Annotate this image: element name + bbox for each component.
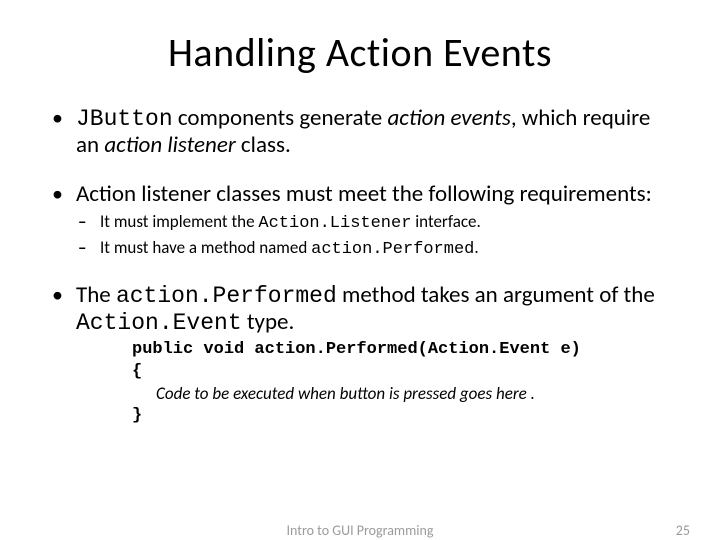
bullet-1: JButton components generate action event…: [48, 105, 672, 159]
text: It must implement the: [100, 211, 258, 232]
text: It must have a method named: [100, 237, 311, 258]
code-actionperformed: action.Performed: [116, 283, 337, 309]
text: interface.: [411, 211, 480, 232]
code-actionevent: Action.Event: [76, 310, 242, 336]
slide: Handling Action Events JButton component…: [0, 0, 720, 540]
bullet-list: JButton components generate action event…: [48, 105, 672, 427]
code-jbutton: JButton: [76, 106, 173, 132]
code-actionlistener: Action.Listener: [258, 214, 411, 233]
code-comment: Code to be executed when button is press…: [156, 383, 672, 405]
text: The: [76, 281, 116, 309]
sub-1: It must implement the Action.Listener in…: [76, 211, 672, 234]
em-action-listener: action listener: [104, 131, 235, 159]
code-actionperformed: action.Performed: [311, 240, 474, 259]
em-action-events: action events: [387, 104, 510, 132]
sub-list: It must implement the Action.Listener in…: [76, 211, 672, 260]
bullet-2: Action listener classes must meet the fo…: [48, 181, 672, 260]
code-signature: public void action.Performed(Action.Even…: [132, 339, 672, 361]
text: components generate: [173, 104, 388, 132]
page-number: 25: [676, 522, 690, 539]
text: type.: [242, 308, 295, 336]
code-close-brace: }: [132, 405, 672, 427]
slide-title: Handling Action Events: [48, 28, 672, 77]
code-block: public void action.Performed(Action.Even…: [132, 339, 672, 427]
bullet-3: The action.Performed method takes an arg…: [48, 282, 672, 427]
text: .: [474, 237, 478, 258]
text: class.: [236, 131, 291, 159]
sub-2: It must have a method named action.Perfo…: [76, 237, 672, 260]
footer-title: Intro to GUI Programming: [0, 522, 720, 539]
code-open-brace: {: [132, 361, 672, 383]
text: method takes an argument of the: [337, 281, 655, 309]
text: Action listener classes must meet the fo…: [76, 180, 652, 208]
